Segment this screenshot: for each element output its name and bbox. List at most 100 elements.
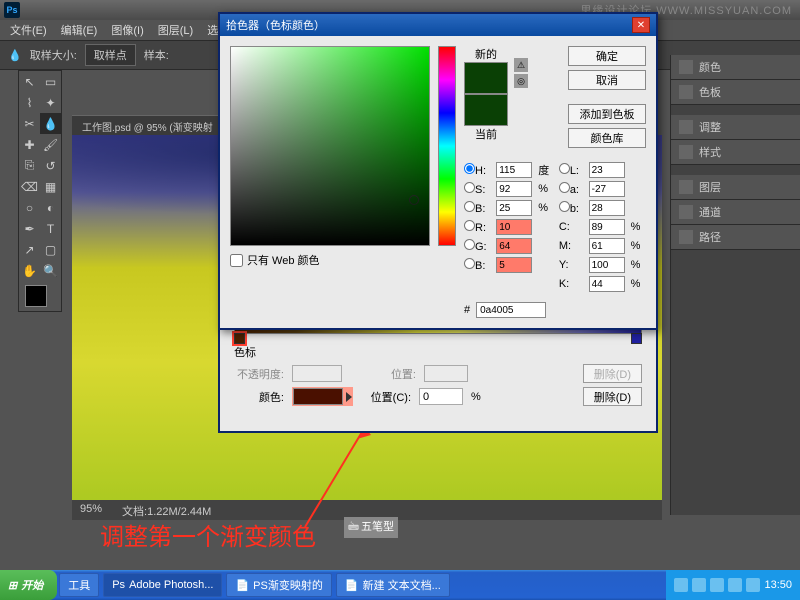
annotation-text: 调整第一个渐变颜色 bbox=[100, 517, 316, 552]
tool-marquee[interactable]: ▭ bbox=[40, 71, 61, 92]
c-input[interactable] bbox=[589, 219, 625, 235]
menu-layer[interactable]: 图层(L) bbox=[152, 20, 199, 40]
chevron-right-icon[interactable] bbox=[346, 392, 352, 402]
tool-heal[interactable]: ✚ bbox=[19, 134, 40, 155]
document-tab[interactable]: 工作图.psd @ 95% (渐变映射 bbox=[72, 115, 223, 135]
y-input[interactable] bbox=[589, 257, 625, 273]
task-doc2[interactable]: 📄 新建 文本文档... bbox=[336, 573, 450, 597]
r-input[interactable] bbox=[496, 219, 532, 235]
l-input[interactable] bbox=[589, 162, 625, 178]
delete-button-2[interactable]: 删除(D) bbox=[583, 387, 642, 406]
tool-zoom[interactable]: 🔍 bbox=[40, 260, 61, 281]
tray-icon[interactable] bbox=[710, 578, 724, 592]
tool-history[interactable]: ↺ bbox=[40, 155, 61, 176]
color-label: 颜色: bbox=[234, 389, 284, 405]
tool-path[interactable]: ↗ bbox=[19, 239, 40, 260]
hex-input[interactable] bbox=[476, 302, 546, 318]
clock[interactable]: 13:50 bbox=[764, 579, 792, 591]
tool-pen[interactable]: ✒ bbox=[19, 218, 40, 239]
h-input[interactable] bbox=[496, 162, 532, 178]
tool-crop[interactable]: ✂ bbox=[19, 113, 40, 134]
k-label: K: bbox=[559, 278, 585, 290]
lab-b-radio[interactable]: b: bbox=[559, 201, 585, 215]
opacity-input bbox=[292, 365, 342, 382]
g-radio[interactable]: G: bbox=[464, 239, 492, 253]
menu-edit[interactable]: 编辑(E) bbox=[55, 20, 104, 40]
position-label-2: 位置(C): bbox=[361, 389, 411, 405]
hue-slider[interactable] bbox=[438, 46, 456, 246]
a-radio[interactable]: a: bbox=[559, 182, 585, 196]
close-icon[interactable]: ✕ bbox=[632, 17, 650, 33]
foreground-swatch[interactable] bbox=[25, 285, 47, 307]
color-marker[interactable] bbox=[409, 195, 419, 205]
stops-section-label: 色标 bbox=[234, 344, 642, 360]
cancel-button[interactable]: 取消 bbox=[568, 70, 646, 90]
h-radio[interactable]: H: bbox=[464, 163, 492, 177]
zoom-level[interactable]: 95% bbox=[80, 503, 102, 517]
doc-info: 文档:1.22M/2.44M bbox=[122, 503, 211, 517]
color-swatches[interactable] bbox=[23, 285, 57, 307]
panel-layers[interactable]: 图层 bbox=[671, 175, 800, 200]
r-radio[interactable]: R: bbox=[464, 220, 492, 234]
b-input[interactable] bbox=[496, 200, 532, 216]
system-tray[interactable]: 13:50 bbox=[666, 570, 800, 600]
color-lib-button[interactable]: 颜色库 bbox=[568, 128, 646, 148]
task-tools[interactable]: 工具 bbox=[59, 573, 99, 597]
tray-icon[interactable] bbox=[728, 578, 742, 592]
panel-color[interactable]: 颜色 bbox=[671, 55, 800, 80]
task-doc1[interactable]: 📄 PS渐变映射的 bbox=[226, 573, 331, 597]
a-input[interactable] bbox=[589, 181, 625, 197]
tool-hand[interactable]: ✋ bbox=[19, 260, 40, 281]
task-photoshop[interactable]: Ps Adobe Photosh... bbox=[103, 573, 222, 597]
position-unit: % bbox=[471, 391, 481, 403]
bc-input[interactable] bbox=[496, 257, 532, 273]
panel-swatches[interactable]: 色板 bbox=[671, 80, 800, 105]
web-only-checkbox[interactable]: 只有 Web 颜色 bbox=[230, 252, 430, 268]
g-input[interactable] bbox=[496, 238, 532, 254]
color-well[interactable] bbox=[293, 388, 343, 405]
menu-file[interactable]: 文件(E) bbox=[4, 20, 53, 40]
panel-channels[interactable]: 通道 bbox=[671, 200, 800, 225]
tool-blur[interactable]: ○ bbox=[19, 197, 40, 218]
b-radio[interactable]: B: bbox=[464, 201, 492, 215]
tool-move[interactable]: ↖ bbox=[19, 71, 40, 92]
color-stop-1[interactable] bbox=[234, 333, 245, 344]
tool-stamp[interactable]: ⎘ bbox=[19, 155, 40, 176]
tool-eraser[interactable]: ⌫ bbox=[19, 176, 40, 197]
tool-brush[interactable]: 🖌 bbox=[40, 134, 61, 155]
panel-styles[interactable]: 样式 bbox=[671, 140, 800, 165]
add-swatch-button[interactable]: 添加到色板 bbox=[568, 104, 646, 124]
lab-b-input[interactable] bbox=[589, 200, 625, 216]
position-input-2[interactable] bbox=[419, 388, 463, 405]
start-button[interactable]: ⊞开始 bbox=[0, 570, 57, 600]
websafe-icon[interactable]: ◎ bbox=[514, 74, 528, 88]
opt-sample-size-value[interactable]: 取样点 bbox=[85, 44, 136, 66]
tool-gradient[interactable]: ▦ bbox=[40, 176, 61, 197]
tool-wand[interactable]: ✦ bbox=[40, 92, 61, 113]
color-well-highlight bbox=[292, 387, 353, 406]
tool-type[interactable]: T bbox=[40, 218, 61, 239]
panel-adjust[interactable]: 调整 bbox=[671, 115, 800, 140]
ok-button[interactable]: 确定 bbox=[568, 46, 646, 66]
tool-shape[interactable]: ▢ bbox=[40, 239, 61, 260]
bc-radio[interactable]: B: bbox=[464, 258, 492, 272]
tray-icon[interactable] bbox=[746, 578, 760, 592]
s-radio[interactable]: S: bbox=[464, 182, 492, 196]
tool-lasso[interactable]: ⌇ bbox=[19, 92, 40, 113]
current-color-swatch[interactable] bbox=[464, 94, 508, 126]
k-input[interactable] bbox=[589, 276, 625, 292]
tool-eyedropper[interactable]: 💧 bbox=[40, 113, 61, 134]
panel-paths[interactable]: 路径 bbox=[671, 225, 800, 250]
l-radio[interactable]: L: bbox=[559, 163, 585, 177]
menu-image[interactable]: 图像(I) bbox=[105, 20, 149, 40]
s-input[interactable] bbox=[496, 181, 532, 197]
tray-icon[interactable] bbox=[692, 578, 706, 592]
tool-dodge[interactable]: ◐ bbox=[40, 197, 61, 218]
m-input[interactable] bbox=[589, 238, 625, 254]
ime-indicator[interactable]: 🖮五笔型 bbox=[344, 517, 398, 538]
color-field[interactable] bbox=[230, 46, 430, 246]
dialog-titlebar[interactable]: 拾色器（色标颜色） ✕ bbox=[220, 14, 656, 36]
color-stop-2[interactable] bbox=[631, 333, 642, 344]
gamut-warning-icon[interactable]: ⚠ bbox=[514, 58, 528, 72]
tray-icon[interactable] bbox=[674, 578, 688, 592]
